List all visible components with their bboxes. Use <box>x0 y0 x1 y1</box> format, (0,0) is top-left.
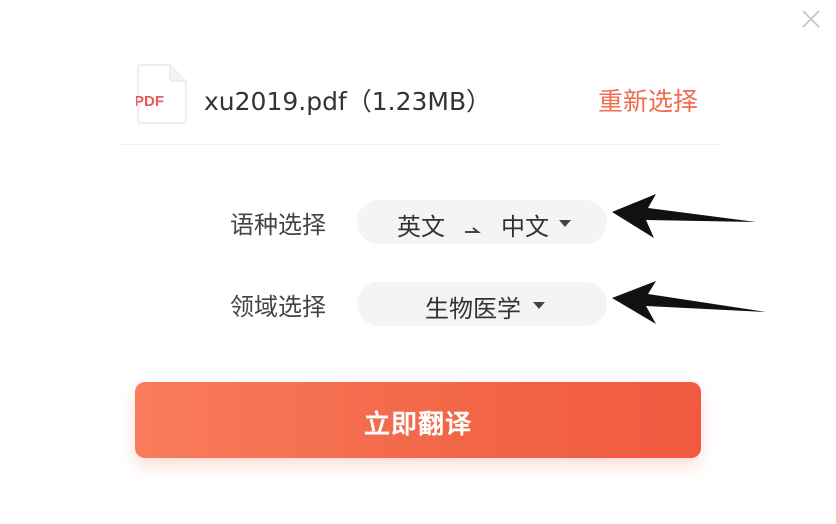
translate-now-label: 立即翻译 <box>363 410 472 440</box>
domain-select[interactable]: 生物医学 <box>357 282 607 326</box>
pdf-file-icon: PDF <box>134 64 188 124</box>
reselect-file-link[interactable]: 重新选择 <box>598 82 698 118</box>
target-language: 中文 <box>501 213 549 241</box>
language-label: 语种选择 <box>230 211 326 239</box>
pointer-arrow-icon <box>612 194 756 238</box>
pdf-badge-text: PDF <box>136 93 164 110</box>
selected-file-row: PDF xu2019.pdf（1.23MB） 重新选择 <box>120 58 720 140</box>
pointer-arrow-icon <box>612 281 766 324</box>
translate-dialog: PDF xu2019.pdf（1.23MB） 重新选择 语种选择 英文 中文 领… <box>0 0 836 524</box>
domain-value: 生物医学 <box>425 295 521 323</box>
caret-down-icon <box>559 220 571 227</box>
close-icon[interactable] <box>800 8 822 30</box>
domain-label: 领域选择 <box>230 293 326 321</box>
divider <box>120 144 720 145</box>
file-name: xu2019.pdf（1.23MB） <box>204 87 492 116</box>
caret-down-icon <box>533 302 545 309</box>
source-language: 英文 <box>397 213 445 241</box>
direction-arrow-icon <box>463 219 481 233</box>
translate-now-button[interactable]: 立即翻译 <box>135 382 701 458</box>
language-select[interactable]: 英文 中文 <box>357 200 607 244</box>
